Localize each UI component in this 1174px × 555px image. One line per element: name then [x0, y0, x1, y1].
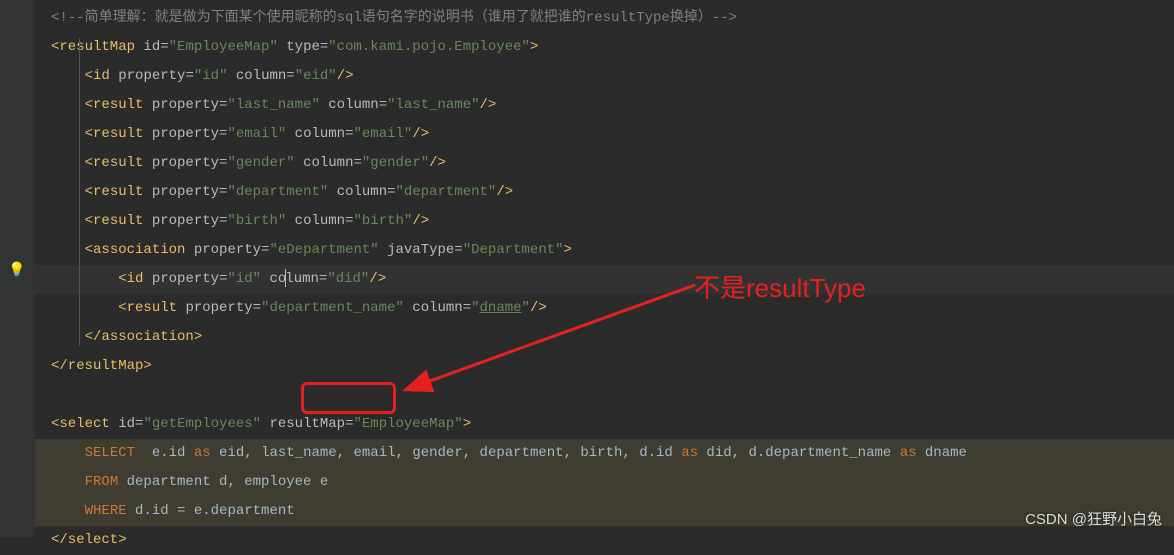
- code-line: <resultMap id="EmployeeMap" type="com.ka…: [35, 33, 1174, 62]
- code-line: <result property="department_name" colum…: [35, 294, 1174, 323]
- code-line: </select>: [35, 526, 1174, 555]
- code-line-blank: [35, 381, 1174, 410]
- fold-guide: [79, 38, 80, 346]
- code-content[interactable]: <!--简单理解：就是做为下面某个使用昵称的sql语句名字的说明书（谁用了就把谁…: [35, 0, 1174, 537]
- code-line: <select id="getEmployees" resultMap="Emp…: [35, 410, 1174, 439]
- watermark-text: CSDN @狂野小白兔: [1025, 508, 1162, 529]
- code-line: <association property="eDepartment" java…: [35, 236, 1174, 265]
- code-line: <id property="id" column="eid"/>: [35, 62, 1174, 91]
- code-line-sql: SELECT e.id as eid, last_name, email, ge…: [35, 439, 1174, 468]
- editor-gutter: 💡: [0, 0, 35, 537]
- code-line: <result property="last_name" column="las…: [35, 91, 1174, 120]
- code-line: </resultMap>: [35, 352, 1174, 381]
- annotation-highlight-box: [301, 382, 396, 414]
- code-line-sql: WHERE d.id = e.department: [35, 497, 1174, 526]
- code-line-active: <id property="id" column="did"/>: [35, 265, 1174, 294]
- code-line: <result property="gender" column="gender…: [35, 149, 1174, 178]
- lightbulb-icon[interactable]: 💡: [8, 262, 24, 278]
- code-line: <!--简单理解：就是做为下面某个使用昵称的sql语句名字的说明书（谁用了就把谁…: [35, 4, 1174, 33]
- code-line: </association>: [35, 323, 1174, 352]
- code-line-sql: FROM department d, employee e: [35, 468, 1174, 497]
- annotation-text: 不是resultType: [694, 268, 866, 305]
- code-line: <result property="email" column="email"/…: [35, 120, 1174, 149]
- code-line: <result property="department" column="de…: [35, 178, 1174, 207]
- code-editor[interactable]: 💡 <!--简单理解：就是做为下面某个使用昵称的sql语句名字的说明书（谁用了就…: [0, 0, 1174, 537]
- code-line: <result property="birth" column="birth"/…: [35, 207, 1174, 236]
